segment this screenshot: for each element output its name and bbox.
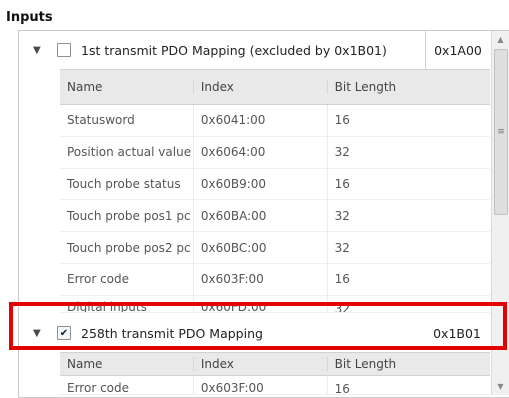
entry-index: 0x60BC:00	[194, 232, 328, 263]
entry-bit-length: 32	[334, 208, 350, 223]
table-row[interactable]: Error code 0x603F:00 16	[60, 263, 490, 296]
column-header-index[interactable]: Index	[194, 80, 328, 94]
entry-name: Digital inputs	[60, 295, 194, 312]
scroll-up-arrow-icon[interactable]: ▲	[492, 31, 509, 48]
pdo-mapping-list[interactable]: ▼ 1st transmit PDO Mapping (excluded by …	[18, 30, 509, 398]
entry-index: 0x6064:00	[194, 136, 328, 168]
entry-name: Position actual value	[60, 136, 194, 168]
pdo-group-header-1a00[interactable]: ▼ 1st transmit PDO Mapping (excluded by …	[19, 31, 489, 69]
scroll-down-arrow-icon[interactable]: ▼	[492, 378, 509, 395]
column-header-name[interactable]: Name	[60, 357, 194, 371]
pdo-group-header-1b01[interactable]: ▼ ✔ 258th transmit PDO Mapping 0x1B01	[19, 314, 489, 352]
pdo-1a00-entry-grid: Name Index Bit Length Statusword 0x6041:…	[60, 69, 490, 313]
pdo-group-index: 0x1A00	[425, 31, 490, 69]
entry-name: Touch probe pos2 pc	[60, 232, 194, 263]
entry-index: 0x60FD:00	[194, 295, 328, 312]
entry-name: Touch probe pos1 pc	[60, 200, 194, 232]
grid-header-row: Name Index Bit Length	[60, 69, 490, 105]
pdo-1b01-checkbox[interactable]: ✔	[57, 326, 71, 340]
table-row[interactable]: Digital inputs 0x60FD:00 32	[60, 295, 490, 313]
entry-bit-length: 16	[334, 272, 350, 287]
column-header-bit-length[interactable]: Bit Length	[328, 80, 490, 94]
pdo-group-name: 258th transmit PDO Mapping	[81, 325, 263, 341]
entry-index: 0x6041:00	[194, 105, 328, 136]
entry-name: Statusword	[60, 105, 194, 136]
expand-triangle-icon[interactable]: ▼	[33, 45, 45, 56]
entry-bit-length: 32	[334, 240, 350, 255]
pdo-1a00-checkbox[interactable]	[57, 43, 71, 57]
pdo-group-name: 1st transmit PDO Mapping (excluded by 0x…	[81, 42, 387, 58]
table-row[interactable]: Touch probe status 0x60B9:00 16	[60, 168, 490, 201]
entry-name: Error code	[60, 376, 194, 394]
inputs-section-title: Inputs	[6, 10, 53, 25]
entry-name: Error code	[60, 263, 194, 295]
entry-index: 0x603F:00	[194, 263, 328, 295]
entry-index: 0x60BA:00	[194, 200, 328, 232]
grip-lines-icon: ≡	[497, 127, 505, 137]
entry-bit-length: 16	[334, 382, 350, 395]
column-header-bit-length[interactable]: Bit Length	[328, 357, 490, 371]
scrollbar-thumb[interactable]: ≡	[494, 49, 508, 215]
column-header-name[interactable]: Name	[60, 80, 194, 94]
table-row[interactable]: Touch probe pos2 pc 0x60BC:00 32	[60, 232, 490, 264]
entry-index: 0x603F:00	[194, 376, 328, 394]
pdo-group-index: 0x1B01	[433, 325, 481, 341]
entry-index: 0x60B9:00	[194, 168, 328, 200]
table-row[interactable]: Error code 0x603F:00 16	[60, 376, 490, 395]
table-row[interactable]: Position actual value 0x6064:00 32	[60, 136, 490, 169]
pdo-1b01-entry-grid: Name Index Bit Length Error code 0x603F:…	[60, 352, 490, 395]
entry-name: Touch probe status	[60, 168, 194, 200]
table-row[interactable]: Touch probe pos1 pc 0x60BA:00 32	[60, 200, 490, 233]
entry-bit-length: 32	[334, 145, 350, 160]
entry-bit-length: 16	[334, 113, 350, 128]
entry-bit-length: 32	[334, 301, 350, 313]
entry-bit-length: 16	[334, 176, 350, 191]
table-row[interactable]: Statusword 0x6041:00 16	[60, 105, 490, 137]
column-header-index[interactable]: Index	[194, 357, 328, 371]
expand-triangle-icon[interactable]: ▼	[33, 328, 45, 339]
grid-header-row: Name Index Bit Length	[60, 352, 490, 376]
vertical-scrollbar[interactable]: ▲ ≡ ▼	[491, 31, 509, 395]
